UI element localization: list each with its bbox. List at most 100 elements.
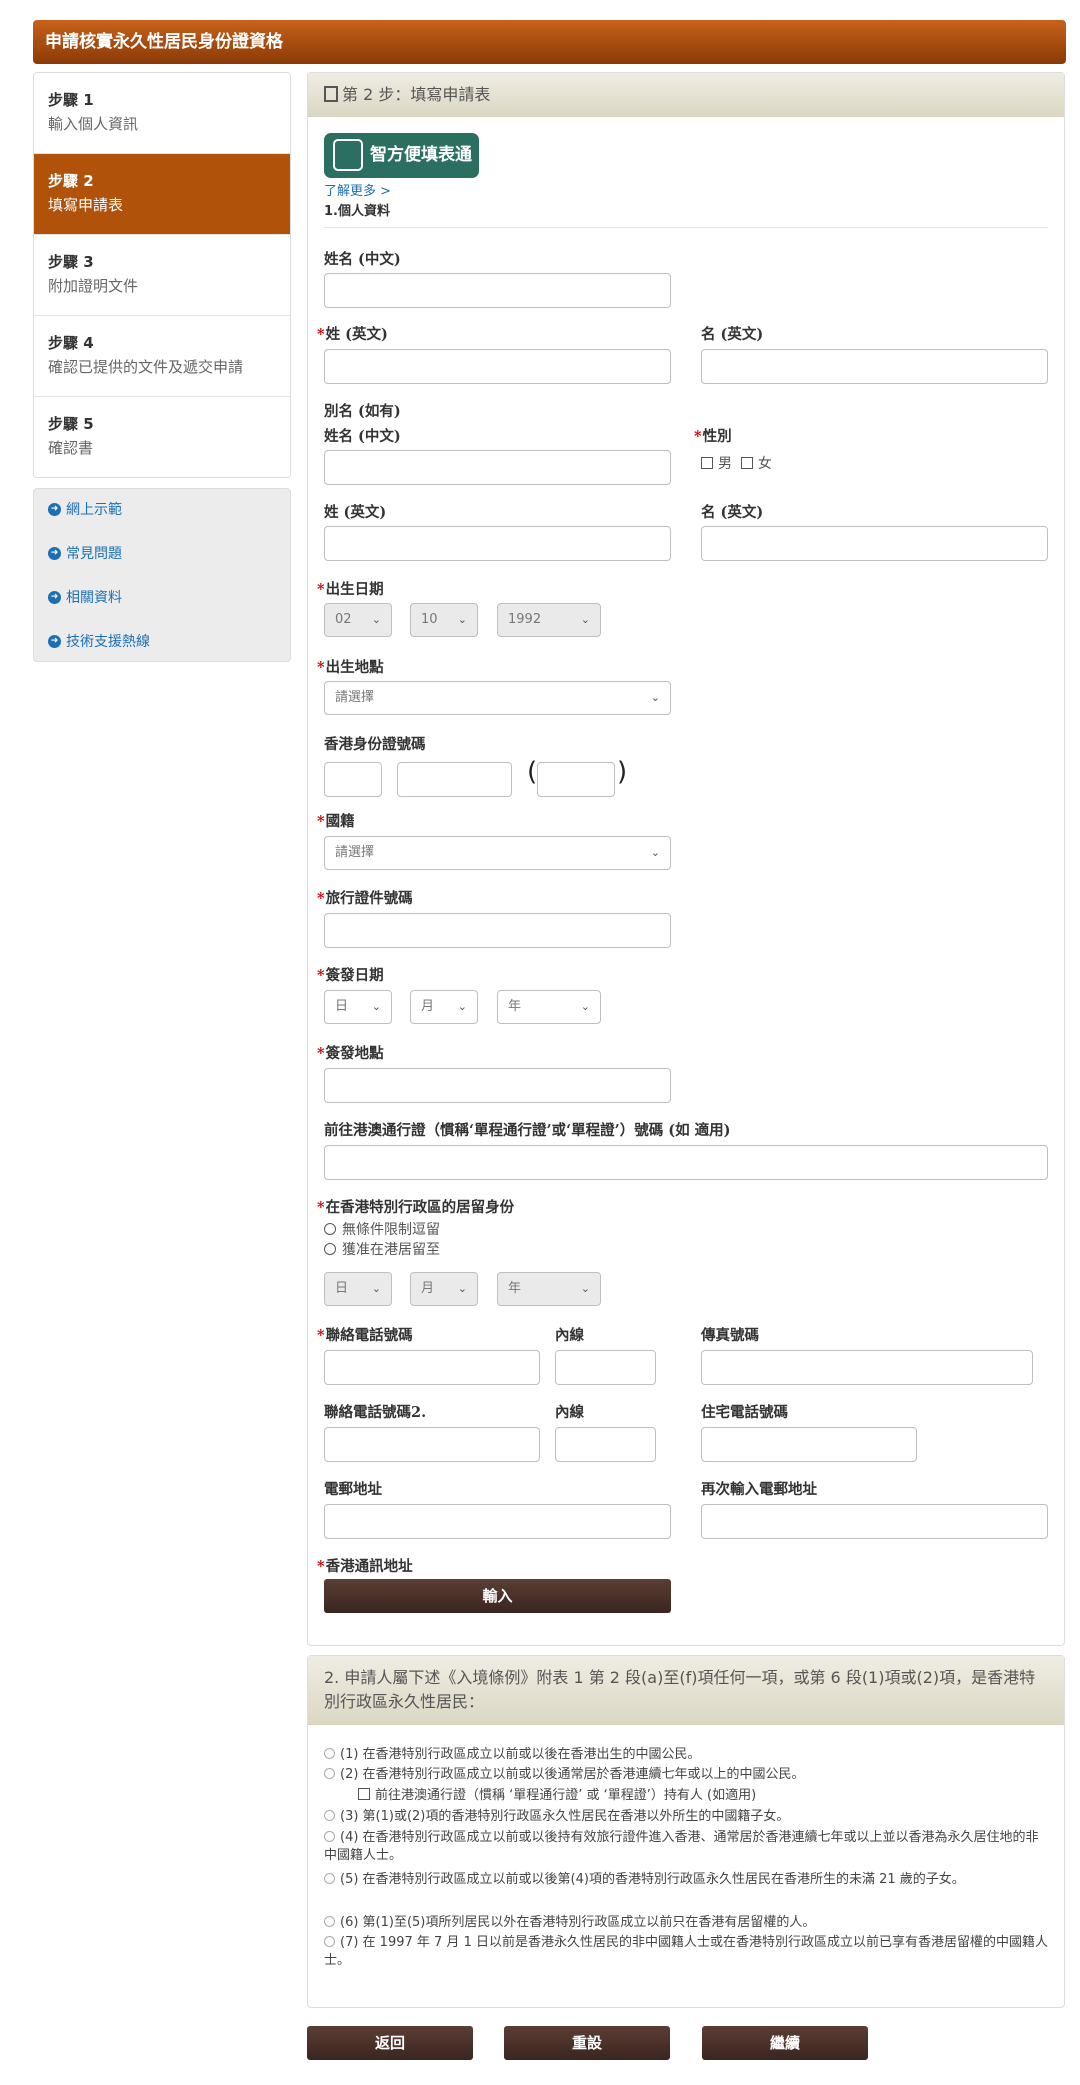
- ext-label: 內線: [555, 1327, 584, 1344]
- alias-name-zh-label: 姓名 (中文): [324, 428, 401, 445]
- dob-year-select[interactable]: 1992 ⌄: [497, 603, 601, 637]
- section-2-title: 2. 申請人屬下述《入境條例》附表 1 第 2 段(a)至(f)項任何一項，或第…: [308, 1656, 1064, 1725]
- surname-en-input[interactable]: [324, 349, 671, 384]
- phone2-input[interactable]: [324, 1427, 540, 1462]
- option-2[interactable]: (2) 在香港特別行政區成立以前或以後通常居於香港連續七年或以上的中國公民。: [324, 1766, 1049, 1784]
- name-zh-input[interactable]: [324, 273, 671, 308]
- hkid-open-paren: (: [527, 757, 538, 787]
- hk-address-label: *香港通訊地址: [317, 1558, 413, 1575]
- dob-month-select[interactable]: 10 ⌄: [410, 603, 478, 637]
- issue-place-input[interactable]: [324, 1068, 671, 1103]
- fax-label: 傳真號碼: [701, 1327, 759, 1344]
- ext2-input[interactable]: [555, 1427, 656, 1462]
- alias-given-en-label: 名 (英文): [701, 504, 764, 521]
- back-button[interactable]: 返回: [307, 2026, 473, 2060]
- name-zh-label: 姓名 (中文): [324, 251, 401, 268]
- gender-female-checkbox[interactable]: 女: [740, 456, 772, 472]
- travel-doc-input[interactable]: [324, 913, 671, 948]
- phone-label: *聯絡電話號碼: [317, 1327, 413, 1344]
- radio-permitted-until[interactable]: 獲准在港居留至: [324, 1239, 440, 1259]
- surname-en-label: *姓 (英文): [317, 326, 388, 343]
- alias-surname-en-label: 姓 (英文): [324, 504, 387, 521]
- radio-icon: [324, 1223, 336, 1235]
- gender-male-checkbox[interactable]: 男: [701, 456, 732, 472]
- link-faq[interactable]: ➜ 常見問題: [48, 543, 276, 587]
- radio-icon: [324, 1243, 336, 1255]
- alias-surname-en-input[interactable]: [324, 526, 671, 561]
- issue-month-select[interactable]: 月 ⌄: [410, 990, 478, 1024]
- panel-header: 第 2 步：填寫申請表: [308, 73, 1064, 117]
- hkid-number-input[interactable]: [397, 762, 512, 797]
- step-number: 步驟 2: [48, 172, 94, 190]
- option-3[interactable]: (3) 第(1)或(2)項的香港特別行政區永久性居民在香港以外所生的中國籍子女。: [324, 1808, 1049, 1826]
- step-number: 步驟 3: [48, 253, 94, 271]
- link-related-info[interactable]: ➜ 相關資料: [48, 587, 276, 631]
- fax-input[interactable]: [701, 1350, 1033, 1385]
- step-number: 步驟 4: [48, 334, 94, 352]
- alias-given-en-input[interactable]: [701, 526, 1048, 561]
- option-4[interactable]: (4) 在香港特別行政區成立以前或以後持有效旅行證件進入香港、通常居於香港連續七…: [324, 1829, 1049, 1865]
- option-6[interactable]: (6) 第(1)至(5)項所列居民以外在香港特別行政區成立以前只在香港有居留權的…: [324, 1914, 1049, 1932]
- arrow-circle-icon: ➜: [48, 547, 61, 560]
- nationality-select[interactable]: 請選擇 ⌄: [324, 836, 671, 870]
- radio-icon: [324, 1810, 335, 1821]
- email-input[interactable]: [324, 1504, 671, 1539]
- issue-year-select[interactable]: 年 ⌄: [497, 990, 601, 1024]
- radio-unconditional[interactable]: 無條件限制逗留: [324, 1219, 440, 1239]
- step-number: 步驟 1: [48, 91, 94, 109]
- pob-select[interactable]: 請選擇 ⌄: [324, 681, 671, 715]
- phone-input[interactable]: [324, 1350, 540, 1385]
- step-list: 步驟 1 輸入個人資訊 步驟 2 填寫申請表 步驟 3 附加證明文件 步驟 4 …: [33, 72, 291, 478]
- hkid-prefix-input[interactable]: [324, 762, 382, 797]
- hkid-check-digit-input[interactable]: [537, 762, 615, 797]
- chevron-down-icon: ⌄: [457, 1282, 467, 1295]
- stay-day-select[interactable]: 日 ⌄: [324, 1272, 392, 1306]
- given-en-input[interactable]: [701, 349, 1048, 384]
- option-7[interactable]: (7) 在 1997 年 7 月 1 日以前是香港永久性居民的非中國籍人士或在香…: [324, 1934, 1049, 1970]
- chevron-down-icon: ⌄: [371, 1282, 381, 1295]
- pob-label: *出生地點: [317, 659, 384, 676]
- home-phone-input[interactable]: [701, 1427, 917, 1462]
- arrow-circle-icon: ➜: [48, 503, 61, 516]
- ext-input[interactable]: [555, 1350, 656, 1385]
- dob-label: *出生日期: [317, 581, 384, 598]
- residence-status-label: *在香港特別行政區的居留身份: [317, 1199, 515, 1216]
- dob-day-select[interactable]: 02 ⌄: [324, 603, 392, 637]
- application-form-panel: 第 2 步：填寫申請表 智方便填表通 了解更多 > 1.個人資料 姓名 (中文)…: [307, 72, 1065, 1646]
- chevron-down-icon: ⌄: [457, 613, 467, 626]
- option-1[interactable]: (1) 在香港特別行政區成立以前或以後在香港出生的中國公民。: [324, 1746, 1049, 1764]
- one-way-permit-input[interactable]: [324, 1145, 1048, 1180]
- enter-address-button[interactable]: 輸入: [324, 1579, 671, 1613]
- iamsmart-button[interactable]: 智方便填表通: [324, 133, 479, 178]
- nationality-label: *國籍: [317, 813, 355, 830]
- document-icon: [324, 86, 338, 102]
- option-5[interactable]: (5) 在香港特別行政區成立以前或以後第(4)項的香港特別行政區永久性居民在香港…: [324, 1871, 1049, 1889]
- stay-month-select[interactable]: 月 ⌄: [410, 1272, 478, 1306]
- reset-button[interactable]: 重設: [504, 2026, 670, 2060]
- learn-more-link[interactable]: 了解更多 >: [324, 180, 391, 199]
- step-number: 步驟 5: [48, 415, 94, 433]
- stay-year-select[interactable]: 年 ⌄: [497, 1272, 601, 1306]
- alias-label: 別名 (如有): [324, 403, 401, 420]
- gender-label: *性別: [694, 428, 732, 445]
- option-2-sub-checkbox[interactable]: 前往港澳通行證（慣稱 ‘單程通行證’ 或 ‘單程證’）持有人 (如適用): [358, 1787, 1048, 1805]
- radio-icon: [324, 1768, 335, 1779]
- issue-day-select[interactable]: 日 ⌄: [324, 990, 392, 1024]
- step-2-active: 步驟 2 填寫申請表: [34, 154, 290, 235]
- page-title-bar: 申請核實永久性居民身份證資格: [33, 20, 1066, 64]
- alias-name-zh-input[interactable]: [324, 450, 671, 485]
- issue-date-label: *簽發日期: [317, 967, 384, 984]
- gender-options: 男 女: [701, 453, 772, 473]
- home-phone-label: 住宅電話號碼: [701, 1404, 788, 1421]
- arrow-circle-icon: ➜: [48, 635, 61, 648]
- continue-button[interactable]: 繼續: [702, 2026, 868, 2060]
- issue-place-label: *簽發地點: [317, 1045, 384, 1062]
- email-confirm-input[interactable]: [701, 1504, 1048, 1539]
- link-tech-support[interactable]: ➜ 技術支援熱線: [48, 631, 276, 675]
- email-confirm-label: 再次輸入電郵地址: [701, 1481, 817, 1498]
- arrow-circle-icon: ➜: [48, 591, 61, 604]
- section-heading: 1.個人資料: [324, 204, 390, 219]
- chevron-down-icon: ⌄: [371, 613, 381, 626]
- link-online-demo[interactable]: ➜ 網上示範: [48, 499, 276, 543]
- help-links: ➜ 網上示範 ➜ 常見問題 ➜ 相關資料 ➜ 技術支援熱線: [33, 488, 291, 662]
